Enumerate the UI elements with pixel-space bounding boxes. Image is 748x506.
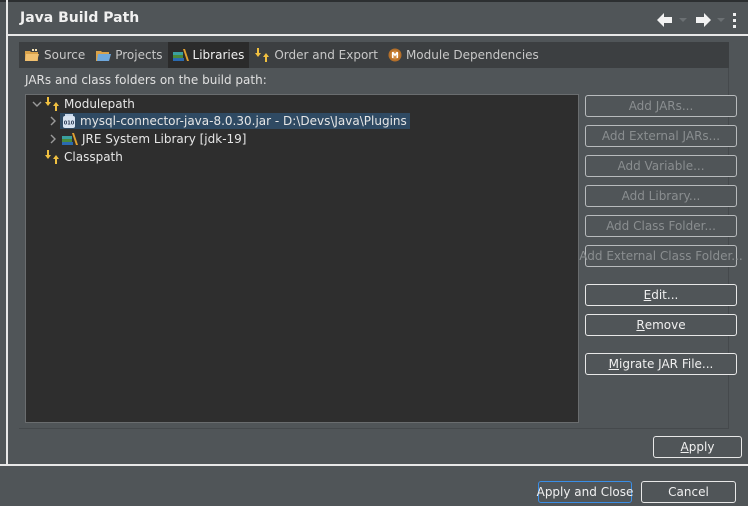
- tree-item-modulepath[interactable]: Modulepath: [30, 95, 135, 113]
- back-dropdown-caret-icon[interactable]: [679, 18, 687, 22]
- tab-label: Source: [44, 48, 86, 62]
- tab-label: Projects: [115, 48, 163, 62]
- build-path-tree[interactable]: Modulepath 010 mysql-connector-java-8.0.…: [25, 94, 579, 423]
- cancel-button[interactable]: Cancel: [641, 481, 736, 503]
- module-m-icon: [388, 48, 402, 62]
- tab-bar: Source Projects Libraries Order and Expo…: [19, 42, 729, 68]
- library-icon: [62, 132, 78, 146]
- migrate-jar-file-button[interactable]: Migrate JAR File...: [585, 353, 737, 375]
- tree-item-mysql-jar[interactable]: 010 mysql-connector-java-8.0.30.jar - D:…: [46, 112, 410, 130]
- button-label-rest: emove: [644, 318, 686, 332]
- chevron-down-icon[interactable]: [30, 100, 44, 108]
- order-export-arrows-icon: [254, 48, 270, 62]
- tree-item-label: mysql-connector-java-8.0.30.jar - D:\Dev…: [80, 114, 407, 128]
- button-label-rest: dit...: [651, 288, 679, 302]
- add-class-folder-button[interactable]: Add Class Folder...: [585, 215, 737, 237]
- tab-projects[interactable]: Projects: [90, 42, 167, 68]
- add-jars-button[interactable]: Add JARs...: [585, 95, 737, 117]
- header-nav: [657, 10, 748, 30]
- tree-item-jre-system-library[interactable]: JRE System Library [jdk-19]: [46, 130, 246, 148]
- forward-arrow-icon: [696, 13, 711, 27]
- page-title: Java Build Path: [20, 10, 140, 26]
- apply-button[interactable]: Apply: [653, 436, 742, 458]
- tab-label: Module Dependencies: [405, 48, 539, 62]
- remove-button[interactable]: Remove: [585, 314, 737, 336]
- add-variable-button[interactable]: Add Variable...: [585, 155, 737, 177]
- tab-label: Order and Export: [274, 48, 378, 62]
- tree-item-classpath[interactable]: Classpath: [44, 148, 123, 166]
- tab-source[interactable]: Source: [19, 42, 90, 68]
- tab-order-and-export[interactable]: Order and Export: [249, 42, 383, 68]
- jar-icon: 010: [62, 114, 76, 128]
- projects-folder-icon: [95, 48, 112, 62]
- tree-item-label: Classpath: [64, 150, 123, 164]
- mnemonic-letter: M: [608, 357, 619, 371]
- button-label-rest: pply: [688, 440, 715, 454]
- apply-and-close-button[interactable]: Apply and Close: [537, 481, 633, 503]
- classpath-icon: [44, 150, 60, 164]
- svg-text:010: 010: [64, 121, 75, 127]
- forward-button[interactable]: [695, 13, 725, 27]
- tab-libraries[interactable]: Libraries: [167, 42, 250, 68]
- mnemonic-letter: A: [680, 440, 689, 454]
- tree-item-label: Modulepath: [64, 97, 135, 111]
- chevron-right-icon[interactable]: [46, 116, 60, 126]
- add-library-button[interactable]: Add Library...: [585, 185, 737, 207]
- mnemonic-letter: E: [643, 288, 652, 302]
- back-arrow-icon: [657, 13, 672, 27]
- back-button[interactable]: [657, 13, 687, 27]
- mnemonic-letter: R: [636, 318, 645, 332]
- modulepath-icon: [44, 97, 60, 111]
- left-divider: [6, 0, 8, 465]
- forward-dropdown-caret-icon[interactable]: [717, 18, 725, 22]
- tree-item-label: JRE System Library [jdk-19]: [82, 132, 247, 146]
- libraries-books-icon: [172, 48, 189, 62]
- add-external-class-folder-button[interactable]: Add External Class Folder...: [579, 245, 743, 267]
- chevron-right-icon[interactable]: [46, 134, 60, 144]
- add-external-jars-button[interactable]: Add External JARs...: [585, 125, 737, 147]
- footer-divider: [0, 464, 748, 466]
- source-folder-icon: [24, 48, 40, 62]
- kebab-menu-icon[interactable]: [733, 12, 737, 28]
- tab-module-dependencies[interactable]: Module Dependencies: [383, 42, 544, 68]
- edit-button[interactable]: Edit...: [585, 284, 737, 306]
- header-divider: [8, 34, 748, 36]
- page-header: Java Build Path: [8, 2, 748, 35]
- tab-label: Libraries: [192, 48, 245, 62]
- selected-row-highlight: 010 mysql-connector-java-8.0.30.jar - D:…: [60, 113, 410, 129]
- build-path-label: JARs and class folders on the build path…: [25, 73, 267, 87]
- button-label-rest: igrate JAR File...: [619, 357, 714, 371]
